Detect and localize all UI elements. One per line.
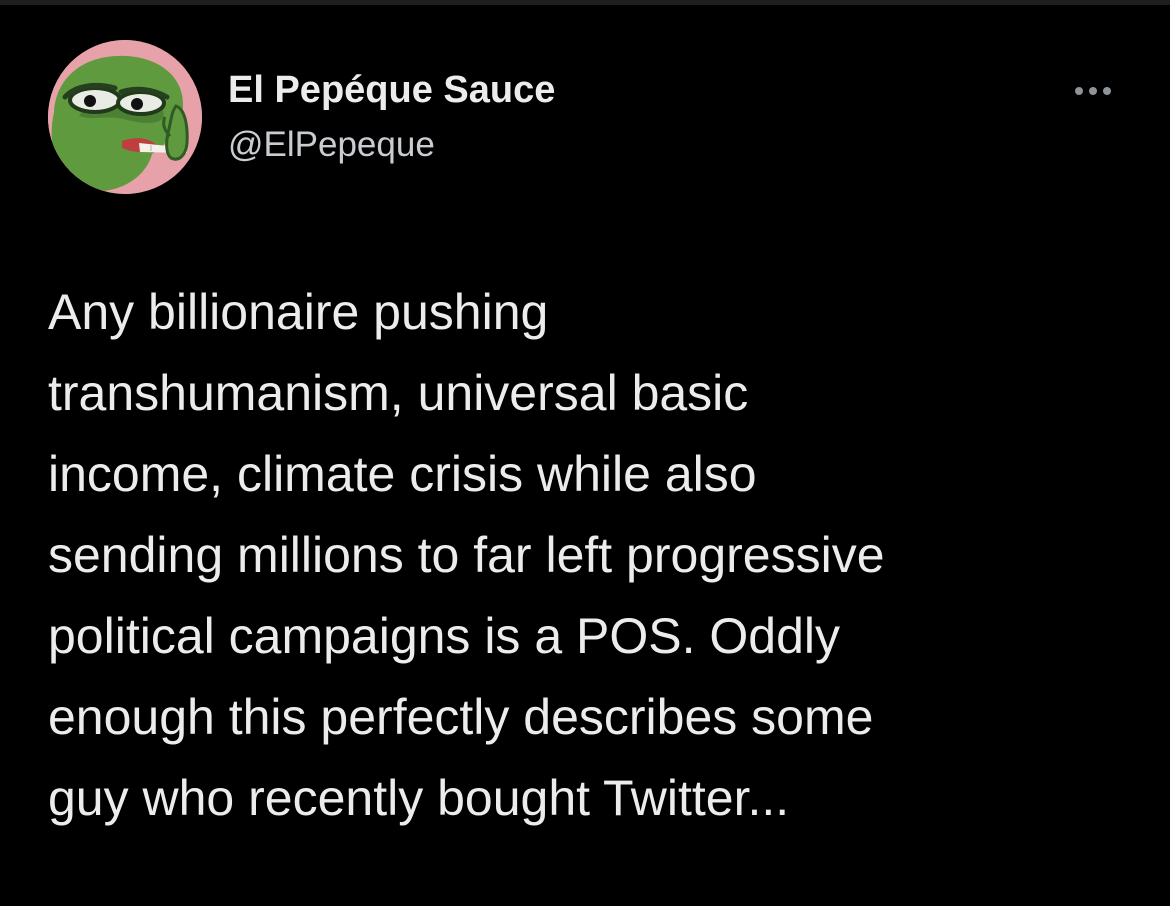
more-horizontal-icon [1075,87,1083,95]
tweet-text-line: sending millions to far left progressive [48,527,885,583]
author-avatar[interactable] [48,40,202,194]
tweet-text-line: Any billionaire pushing [48,284,549,340]
tweet-text: Any billionaire pushing transhumanism, u… [48,272,1138,839]
more-horizontal-icon [1089,87,1097,95]
tweet-text-line: political campaigns is a POS. Oddly [48,608,841,664]
tweet-text-line: guy who recently bought Twitter... [48,770,790,826]
tweet: El Pepéque Sauce @ElPepeque Any billiona… [0,0,1170,906]
tweet-text-line: enough this perfectly describes some [48,689,874,745]
more-options-button[interactable] [1064,78,1122,104]
more-horizontal-icon [1103,87,1111,95]
author-handle[interactable]: @ElPepeque [228,124,435,166]
tweet-text-line: transhumanism, universal basic [48,365,749,421]
tweet-text-line: income, climate crisis while also [48,446,757,502]
author-display-name[interactable]: El Pepéque Sauce [228,68,555,112]
frog-avatar-icon [48,40,202,194]
